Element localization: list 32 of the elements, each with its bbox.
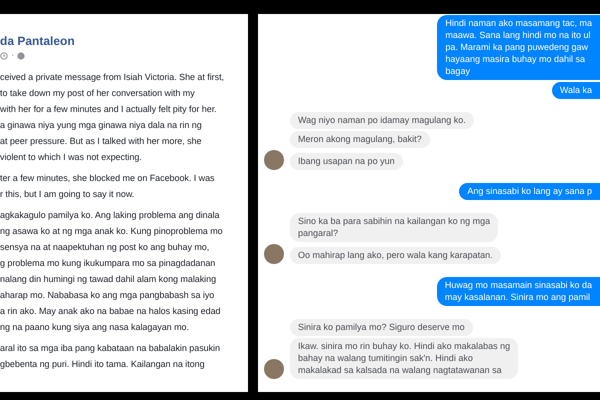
sent-message-bubble: Huwag mo masamain sinasabi ko da may kasalanan. Sinira mo ang pamil (436, 277, 600, 306)
post-text-line: with her for a few minutes and I actually felt pity for her. (0, 103, 218, 116)
post-text-line: at peer pressure. But as I talked with her more, she (0, 135, 203, 148)
post-text-line: ng na paano kung siya ang nasa kalagayan mo. (0, 321, 190, 334)
received-message-bubble: Sino ka ba para sabihin na kailangan ko ng mga pangaral? (290, 213, 498, 242)
post-text-line: ceived a private message from Isiah Victoria. She at first, (0, 71, 225, 84)
received-message-bubble: Wag niyo naman po idamay magulang ko. (290, 112, 474, 129)
separator: · (11, 51, 14, 61)
received-message-bubble: Ibang usapan na po yun (290, 153, 403, 170)
post-text-line: sensya na at naapektuhan ng post ko ang buhay mo, (0, 241, 210, 254)
received-message-bubble: Sinira ko pamilya mo? Siguro deserve mo (290, 319, 473, 336)
received-message-bubble: Ikaw. sinira mo rin buhay ko. Hindi ako makalabas ng bahay na walang tumitingin sak'n. Hindi ako makalakad sa kalsada na walang nagtatawanan sa (290, 338, 518, 379)
sent-message-bubble: Hindi naman ako masamang tac, ma maawa. Sana lang hindi mo na ito ul pa. Marami ka pang puwedeng gaw hayaang masira buhay mo dahil sa bagay (437, 15, 600, 80)
clock-icon (0, 52, 8, 60)
post-text-line: a rin ako. May anak ako na babae na halos kasing edad (0, 305, 222, 318)
post-text-line: to take down my post of her conversation with my (0, 87, 196, 100)
post-text-line: gbebenta ng puri. Hindi ito tama. Kailangan na itong (0, 358, 206, 371)
sent-message-bubble: Wala ka (552, 82, 600, 99)
received-message-bubble: Oo mahirap lang ako, pero wala kang karapatan. (290, 247, 501, 264)
received-message-bubble: Meron akong magulang, bakit? (290, 131, 430, 148)
post-text-line: aharap mo. Nababasa ko ang mga pangbabash sa iyo (0, 289, 216, 302)
post-text-line: g problema mo kung ikukumpara mo sa pinagdadanan (0, 257, 216, 270)
sent-message-bubble: Ang sinasabi ko lang ay sana p (459, 183, 600, 200)
post-text-line: r this, but I am going to say it now. (0, 188, 136, 201)
post-text-line: ter a few minutes, she blocked me on Facebook. I was (0, 172, 216, 185)
post-text-line: aral ito sa mga iba pang kabataan na babalakin pasukin (0, 342, 221, 355)
post-text-line: nalang din humingi ng tawad dahil alam kong malaking (0, 273, 218, 286)
post-text-line: agkakagulo pamilya ko. Ang laking problema ang dinala (0, 209, 220, 222)
author-name[interactable]: da Pantaleon (0, 34, 248, 48)
post-text-line: ng asawa ko at ng mga anak ko. Kung pinoproblema mo (0, 225, 224, 238)
post-text-line: violent to which I was not expecting. (0, 151, 143, 164)
post-text-line: a ginawa niya yung mga ginawa niya dala na rin ng (0, 119, 203, 132)
